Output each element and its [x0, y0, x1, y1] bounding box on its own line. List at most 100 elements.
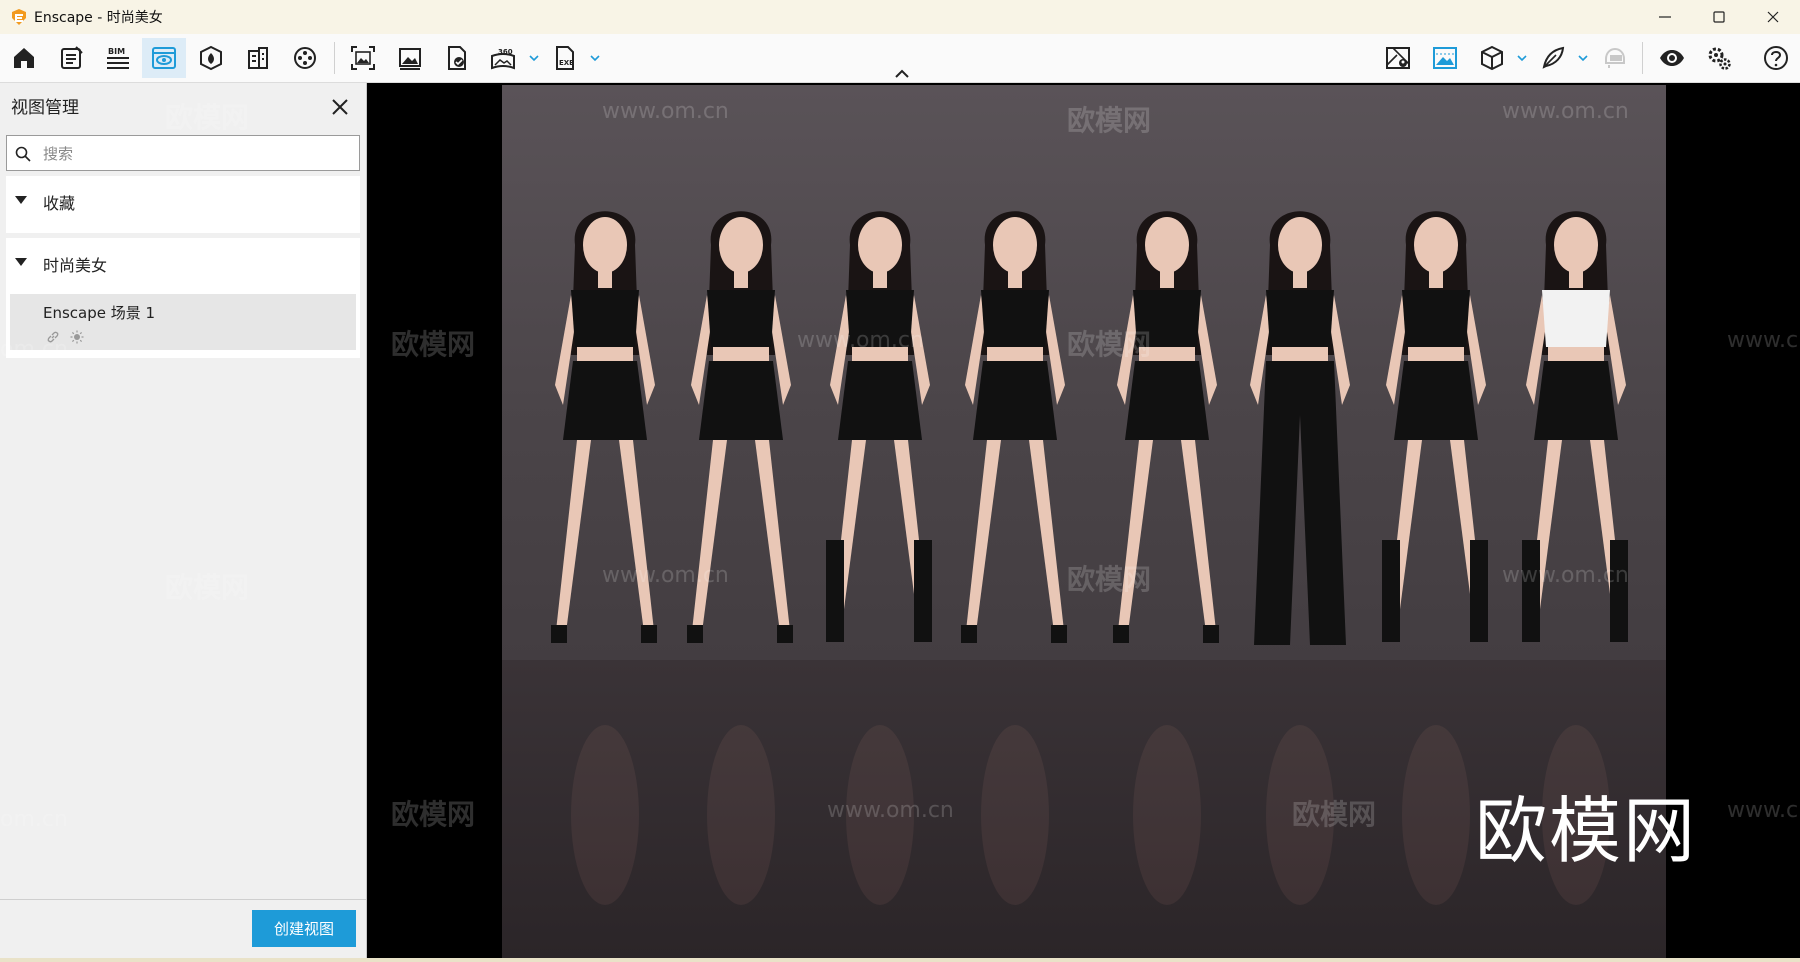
image-icon: [399, 48, 421, 70]
image-button[interactable]: [388, 38, 432, 78]
watermark-url: www.c: [1727, 798, 1799, 823]
chevron-down-icon: [590, 55, 600, 62]
watermark-url: www.om.cn: [602, 99, 729, 124]
panorama-button[interactable]: 360: [481, 38, 525, 78]
section-label: 收藏: [43, 194, 76, 213]
caret-down-icon: [15, 258, 27, 266]
bim-button[interactable]: BIM: [96, 38, 140, 78]
create-view-button[interactable]: 创建视图: [252, 910, 356, 947]
watermark-text: 欧模网: [1067, 104, 1152, 137]
watermark-url: www.c: [1727, 328, 1799, 353]
view-management-button[interactable]: [142, 38, 186, 78]
close-panel-button[interactable]: [326, 93, 354, 121]
caret-down-icon: [15, 196, 27, 204]
watermark-text: 欧模网: [165, 571, 250, 604]
vr-headset-icon: [1605, 47, 1625, 68]
minimize-button[interactable]: [1638, 0, 1692, 34]
watermark-url: www.om.cn: [797, 328, 924, 353]
document-icon: [61, 46, 83, 69]
feather-button[interactable]: [1531, 38, 1575, 78]
render-mode-icon: [1433, 47, 1457, 69]
help-button[interactable]: [1754, 38, 1798, 78]
vr-button[interactable]: [1592, 38, 1636, 78]
toolbar-separator: [334, 42, 335, 74]
favorites-section: 收藏: [6, 176, 360, 233]
video-editor-button[interactable]: [283, 38, 327, 78]
map-button[interactable]: [1376, 38, 1420, 78]
render-mode-button[interactable]: [1423, 38, 1467, 78]
view-name: Enscape 场景 1: [43, 304, 156, 322]
panorama-dropdown[interactable]: [527, 48, 541, 68]
chevron-down-icon: [1517, 55, 1527, 62]
settings-gears-icon: [1708, 47, 1731, 70]
window-bottom-border: [0, 958, 1800, 962]
panel-title: 视图管理: [11, 98, 79, 118]
svg-text:BIM: BIM: [108, 47, 125, 56]
panorama-360-icon: 360: [491, 48, 515, 70]
watermark-url: www.om.cn: [827, 798, 954, 823]
visibility-button[interactable]: [1650, 38, 1694, 78]
home-icon: [14, 48, 34, 68]
favorites-header[interactable]: 收藏: [6, 176, 360, 226]
map-icon: [1386, 47, 1410, 69]
toolbar-separator: [1642, 42, 1643, 74]
exe-export-button[interactable]: EXE: [543, 38, 587, 78]
title-bar: Enscape - 时尚美女: [0, 0, 1800, 34]
model-figure: [687, 211, 793, 905]
cube-button[interactable]: [1470, 38, 1514, 78]
scene-section-header[interactable]: 时尚美女: [6, 238, 360, 288]
close-window-button[interactable]: [1746, 0, 1800, 34]
cube-dropdown[interactable]: [1515, 48, 1529, 68]
watermark-text: 欧模网: [1067, 328, 1152, 361]
close-icon: [332, 99, 348, 115]
watermark-url: www.om.cn: [602, 563, 729, 588]
document-button[interactable]: [49, 38, 93, 78]
maximize-button[interactable]: [1692, 0, 1746, 34]
maximize-icon: [1713, 11, 1725, 23]
watermark-url: om.cn: [0, 807, 68, 832]
eye-icon: [1660, 50, 1684, 66]
enscape-logo-icon: [10, 8, 28, 26]
svg-text:EXE: EXE: [559, 59, 574, 67]
panel-footer: 创建视图: [0, 899, 366, 959]
building-icon: [248, 47, 268, 69]
om-logo-watermark: 欧模网: [1475, 789, 1698, 873]
building-button[interactable]: [236, 38, 280, 78]
watermark-url: www.om.cn: [1502, 563, 1629, 588]
section-label: 时尚美女: [43, 256, 108, 275]
search-input[interactable]: [41, 139, 355, 169]
watermark-text: 欧模网: [391, 798, 476, 831]
collapse-toolbar-button[interactable]: [890, 66, 914, 82]
exe-export-icon: EXE: [556, 46, 574, 70]
film-reel-icon: [294, 47, 316, 69]
feather-dropdown[interactable]: [1576, 48, 1590, 68]
export-file-icon: [448, 46, 466, 70]
watermark-url: om.cn: [0, 337, 68, 362]
minimize-icon: [1659, 16, 1671, 18]
search-field[interactable]: [6, 135, 360, 171]
watermark-url: www.om.cn: [1502, 99, 1629, 124]
model-figure: [961, 211, 1067, 905]
chevron-down-icon: [529, 55, 539, 62]
export-file-button[interactable]: [434, 38, 478, 78]
bim-icon: BIM: [107, 47, 129, 69]
watermark-text: 欧模网: [391, 328, 476, 361]
cube-icon: [1481, 45, 1503, 71]
model-figure: [1382, 211, 1488, 905]
chevron-up-icon: [895, 69, 909, 78]
view-management-icon: [152, 47, 176, 69]
material-button[interactable]: [189, 38, 233, 78]
close-icon: [1767, 11, 1779, 23]
sun-icon: [70, 330, 84, 344]
material-icon: [200, 45, 222, 71]
window-title: Enscape - 时尚美女: [34, 10, 163, 26]
model-figure: [551, 211, 657, 905]
home-button[interactable]: [2, 38, 46, 78]
watermark-text: 欧模网: [1067, 563, 1152, 596]
exe-dropdown[interactable]: [588, 48, 602, 68]
screenshot-button[interactable]: [341, 38, 385, 78]
search-icon: [15, 146, 31, 162]
feather-icon: [1542, 46, 1565, 69]
settings-button[interactable]: [1697, 38, 1741, 78]
screenshot-icon: [351, 46, 375, 70]
